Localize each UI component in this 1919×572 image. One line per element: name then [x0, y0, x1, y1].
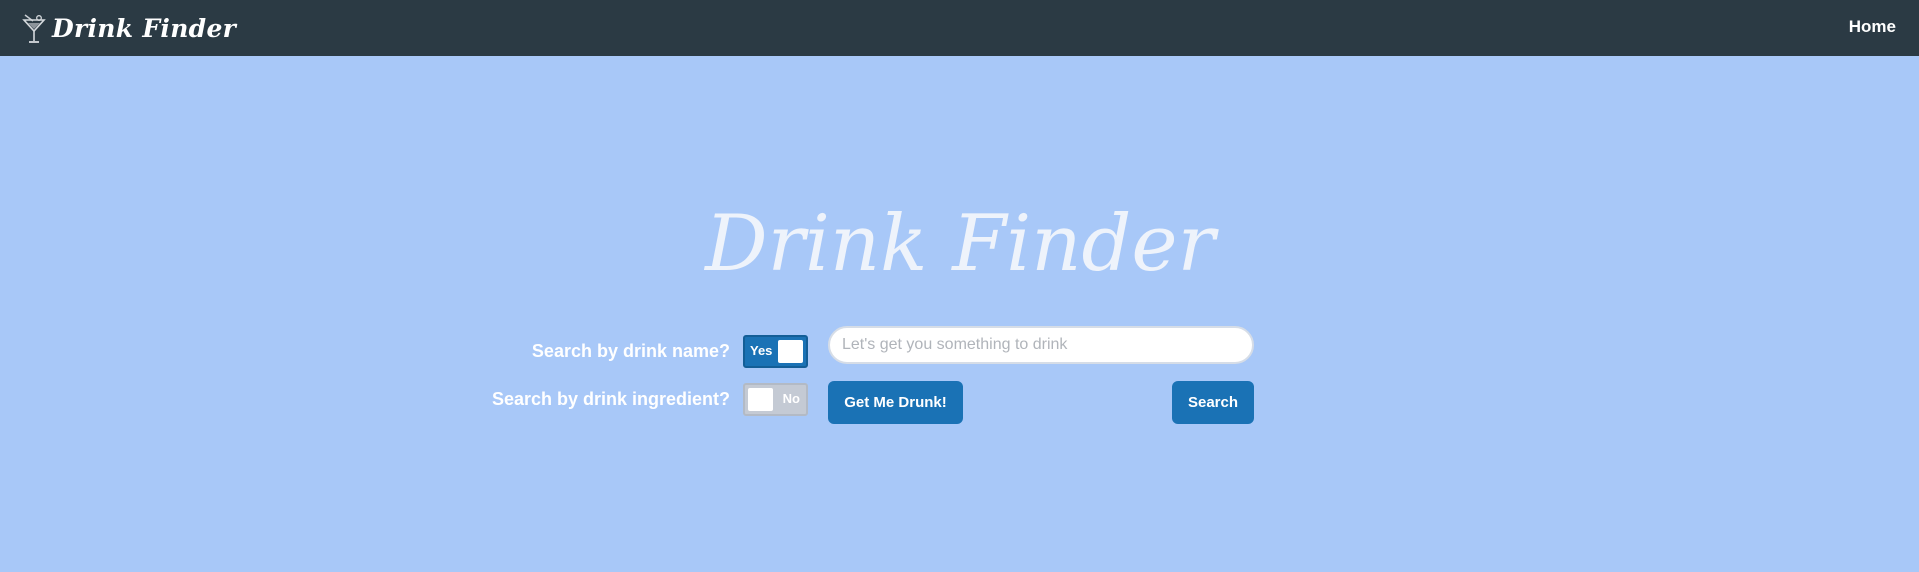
- toggle-knob: [748, 388, 773, 411]
- toggle-knob: [778, 340, 803, 363]
- get-me-drunk-button[interactable]: Get Me Drunk!: [828, 381, 963, 424]
- toggle-no-text: No: [782, 391, 800, 406]
- search-by-name-label: Search by drink name?: [531, 341, 730, 361]
- martini-glass-icon: [22, 12, 46, 44]
- search-by-name-toggle[interactable]: Yes: [743, 335, 808, 368]
- brand-title: Drink Finder: [52, 13, 237, 43]
- nav-home-link[interactable]: Home: [1849, 17, 1896, 37]
- search-button[interactable]: Search: [1172, 381, 1254, 424]
- brand-link[interactable]: Drink Finder: [22, 8, 236, 48]
- search-by-ingredient-toggle[interactable]: No: [743, 383, 808, 416]
- navbar: Drink Finder Home: [0, 0, 1919, 56]
- search-by-ingredient-label: Search by drink ingredient?: [491, 389, 730, 409]
- toggle-yes-text: Yes: [750, 343, 773, 358]
- page-title: Drink Finder: [705, 199, 1215, 289]
- drink-search-input[interactable]: [828, 326, 1254, 364]
